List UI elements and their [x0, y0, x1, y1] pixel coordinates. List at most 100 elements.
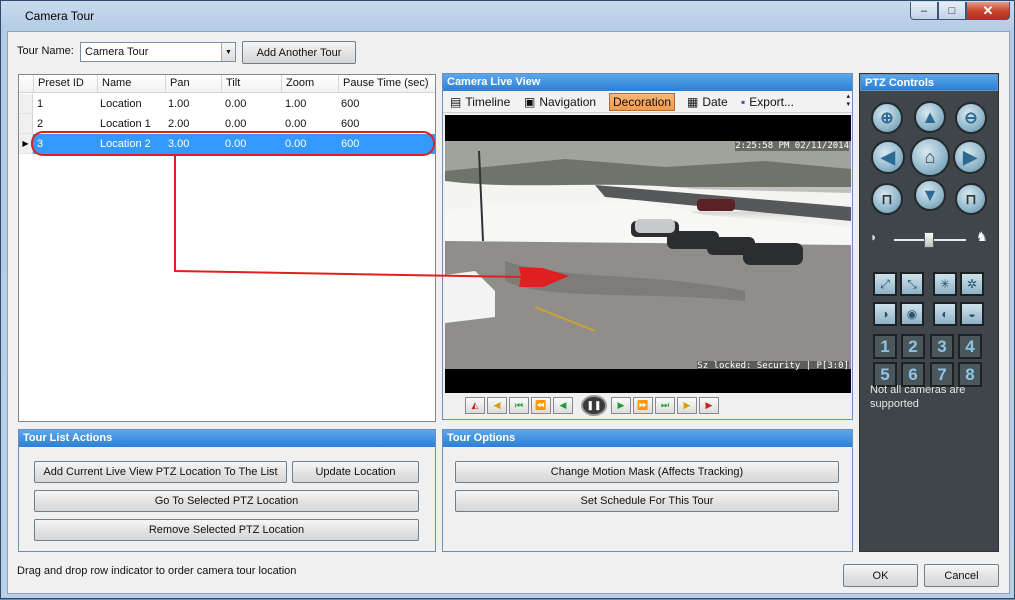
preset-1-button[interactable]: 1 — [873, 334, 897, 359]
iris-close-icon[interactable]: ◉ — [900, 302, 924, 326]
column-zoom[interactable]: Zoom — [281, 75, 338, 93]
home-icon[interactable]: ⌂ — [910, 137, 950, 177]
current-row-arrow-icon[interactable]: ▶ — [19, 134, 33, 154]
zoom-out-icon[interactable]: ⊖ — [955, 102, 987, 134]
remove-location-button[interactable]: Remove Selected PTZ Location — [34, 519, 419, 541]
tour-options-title: Tour Options — [443, 430, 852, 447]
pan-right-icon[interactable]: ▶ — [953, 140, 987, 174]
table-row[interactable]: 1 Location 1.00 0.00 1.00 600 — [19, 94, 435, 114]
row-indicator[interactable] — [19, 114, 33, 134]
stop-icon[interactable]: ▶ — [699, 397, 719, 414]
unlock-icon[interactable]: ⊓ — [871, 183, 903, 215]
export-button[interactable]: ▪ Export... — [738, 93, 797, 111]
cell-preset-id: 1 — [37, 98, 44, 110]
preset-2-button[interactable]: 2 — [901, 334, 925, 359]
change-motion-mask-button[interactable]: Change Motion Mask (Affects Tracking) — [455, 461, 839, 483]
live-video-feed[interactable]: 2:25:58 PM 02/11/2014 Sz locked: Securit… — [445, 115, 851, 393]
iris-open-icon[interactable]: ◑ — [873, 302, 897, 326]
brightness-down-icon[interactable]: ◒ — [960, 302, 984, 326]
pan-down-icon[interactable]: ▼ — [914, 179, 946, 211]
camera-image — [445, 141, 851, 369]
cell-pause: 600 — [341, 118, 360, 130]
pause-button[interactable]: ❚❚ — [581, 395, 607, 416]
video-caption: Sz locked: Security | P[3:0] — [697, 361, 849, 371]
table-header: Preset ID Name Pan Tilt Zoom Pause Time … — [19, 75, 435, 93]
rewind-fast-icon[interactable]: ⏪ — [531, 397, 551, 414]
video-timestamp: 2:25:58 PM 02/11/2014 — [735, 141, 849, 151]
alarm-icon[interactable]: ◭ — [465, 397, 485, 414]
focus-far-icon[interactable]: ✳ — [933, 272, 957, 296]
next-event-icon[interactable]: ▶ — [677, 397, 697, 414]
cell-pan: 1.00 — [168, 98, 190, 110]
cell-name: Location 2 — [100, 138, 151, 150]
cancel-button[interactable]: Cancel — [924, 564, 999, 587]
column-name[interactable]: Name — [97, 75, 165, 93]
pan-left-icon[interactable]: ◀ — [871, 140, 905, 174]
play-icon[interactable]: ▶ — [611, 397, 631, 414]
ok-button[interactable]: OK — [843, 564, 918, 587]
navigation-button[interactable]: ▣ Navigation — [521, 93, 599, 111]
decoration-button[interactable]: Decoration — [609, 93, 676, 111]
close-button[interactable]: ✕ — [966, 2, 1010, 20]
footer-hint: Drag and drop row indicator to order cam… — [17, 565, 297, 577]
expand-icon[interactable]: ⤢ — [873, 272, 897, 296]
timeline-label: Timeline — [465, 95, 511, 109]
tour-name-label: Tour Name: — [17, 45, 74, 57]
zoom-in-icon[interactable]: ⊕ — [871, 102, 903, 134]
cell-pause: 600 — [341, 138, 360, 150]
maximize-button[interactable]: □ — [938, 2, 966, 20]
save-disk-icon: ▪ — [741, 95, 746, 109]
fast-forward-icon[interactable]: ⏩ — [633, 397, 653, 414]
speed-slider-thumb[interactable] — [924, 232, 934, 248]
rewind-icon[interactable]: ◀ — [553, 397, 573, 414]
rabbit-fast-icon: ♞ — [976, 229, 988, 244]
preset-4-button[interactable]: 4 — [958, 334, 982, 359]
camera-live-view-panel: Camera Live View ▤ Timeline ▣ Navigation D… — [442, 73, 853, 420]
cell-pause: 600 — [341, 98, 360, 110]
update-location-button[interactable]: Update Location — [292, 461, 419, 483]
table-row[interactable]: 2 Location 1 2.00 0.00 0.00 600 — [19, 114, 435, 134]
export-label: Export... — [749, 95, 794, 109]
turtle-slow-icon: ◗ — [870, 230, 878, 244]
go-to-location-button[interactable]: Go To Selected PTZ Location — [34, 490, 419, 512]
minimize-button[interactable]: – — [910, 2, 938, 20]
preset-table[interactable]: Preset ID Name Pan Tilt Zoom Pause Time … — [18, 74, 436, 422]
timeline-button[interactable]: ▤ Timeline — [447, 93, 513, 111]
focus-near-icon[interactable]: ✲ — [960, 272, 984, 296]
cell-pan: 2.00 — [168, 118, 190, 130]
title-bar[interactable]: Camera Tour – □ ✕ — [1, 1, 1014, 31]
timeline-icon: ▤ — [450, 95, 462, 109]
collapse-icon[interactable]: ⤡ — [900, 272, 924, 296]
tour-name-select[interactable]: Camera Tour ▼ — [80, 42, 236, 62]
live-view-toolbar: ▤ Timeline ▣ Navigation Decoration ▦ Date ▪… — [443, 91, 852, 113]
preset-3-button[interactable]: 3 — [930, 334, 954, 359]
navigation-label: Navigation — [539, 95, 597, 109]
set-schedule-button[interactable]: Set Schedule For This Tour — [455, 490, 839, 512]
toolbar-overflow-icon[interactable]: ▴ ▾ — [846, 93, 850, 109]
column-preset-id[interactable]: Preset ID — [33, 75, 97, 93]
cell-pan: 3.00 — [168, 138, 190, 150]
brightness-up-icon[interactable]: ◐ — [933, 302, 957, 326]
window-title: Camera Tour — [25, 9, 95, 23]
prev-event-icon[interactable]: ◀ — [487, 397, 507, 414]
lock-icon[interactable]: ⊓ — [955, 183, 987, 215]
column-pause-time[interactable]: Pause Time (sec) — [338, 75, 437, 93]
add-current-location-button[interactable]: Add Current Live View PTZ Location To Th… — [34, 461, 287, 483]
chevron-down-icon[interactable]: ▼ — [221, 43, 235, 61]
cell-tilt: 0.00 — [225, 118, 247, 130]
row-indicator[interactable] — [19, 94, 33, 114]
skip-start-icon[interactable]: ⏮ — [509, 397, 529, 414]
skip-end-icon[interactable]: ⏭ — [655, 397, 675, 414]
ptz-title: PTZ Controls — [860, 74, 998, 91]
cell-name: Location — [100, 98, 142, 110]
column-tilt[interactable]: Tilt — [221, 75, 281, 93]
table-row-selected[interactable]: ▶ 3 Location 2 3.00 0.00 0.00 600 — [19, 134, 435, 154]
add-another-tour-button[interactable]: Add Another Tour — [242, 41, 356, 64]
date-label: Date — [702, 95, 728, 109]
decoration-label: Decoration — [613, 95, 672, 109]
date-button[interactable]: ▦ Date — [684, 93, 731, 111]
pan-up-icon[interactable]: ▲ — [914, 101, 946, 133]
cell-zoom: 1.00 — [285, 98, 307, 110]
column-pan[interactable]: Pan — [165, 75, 221, 93]
calendar-icon: ▦ — [687, 95, 699, 109]
